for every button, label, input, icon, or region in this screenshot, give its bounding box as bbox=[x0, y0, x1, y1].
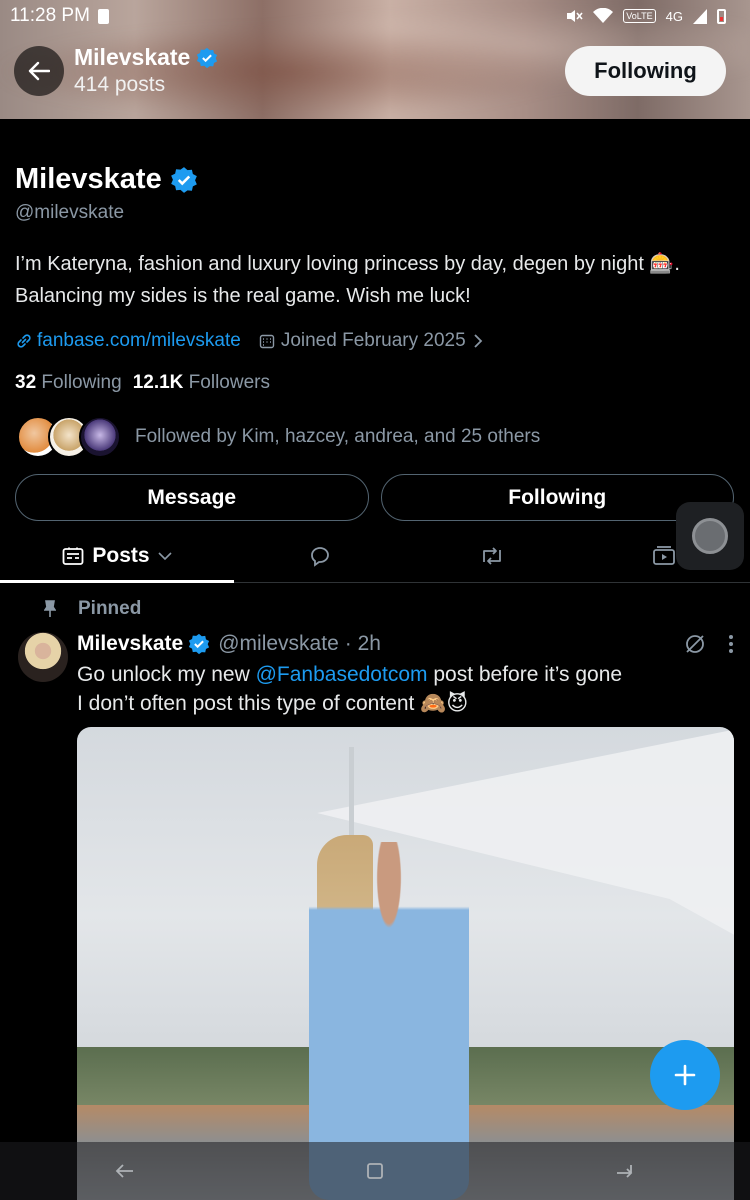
profile-handle: @milevskate bbox=[15, 202, 125, 223]
post-text-end: post before it’s gone bbox=[427, 663, 623, 686]
system-home-icon[interactable] bbox=[366, 1162, 384, 1180]
reply-icon bbox=[311, 547, 329, 567]
follower-avatar bbox=[79, 416, 121, 458]
following-count-link[interactable]: 32 Following bbox=[15, 372, 122, 394]
post-text-start: Go unlock my new bbox=[77, 663, 256, 686]
message-button[interactable]: Message bbox=[15, 474, 369, 521]
profile-info: Milevskate @milevskate I’m Kateryna, fas… bbox=[15, 163, 734, 458]
link-icon bbox=[17, 334, 31, 348]
post-mention-link[interactable]: @Fanbasedotcom bbox=[256, 663, 428, 686]
network-label: 4G bbox=[665, 8, 683, 24]
tab-media[interactable] bbox=[578, 530, 750, 582]
chevron-right-icon bbox=[474, 334, 482, 348]
pinned-label: Pinned bbox=[78, 598, 142, 619]
chevron-down-icon bbox=[158, 552, 172, 561]
tab-posts[interactable]: Posts bbox=[0, 530, 234, 583]
following-count: 32 bbox=[15, 372, 37, 393]
verified-badge-icon bbox=[197, 47, 218, 68]
following-label: Following bbox=[41, 372, 122, 393]
posts-icon bbox=[63, 547, 84, 565]
followers-label: Followers bbox=[188, 372, 270, 393]
post-header: Milevskate @milevskate · 2h bbox=[77, 632, 734, 656]
signal-icon bbox=[693, 8, 707, 24]
repost-icon bbox=[483, 547, 501, 565]
system-navigation-bar bbox=[0, 1142, 750, 1200]
verified-badge-icon bbox=[189, 633, 210, 655]
joined-text: Joined February 2025 bbox=[280, 330, 466, 351]
status-bar: 11:28 PM VoLTE 4G bbox=[0, 0, 750, 32]
post-handle: @milevskate bbox=[218, 632, 339, 655]
profile-link[interactable]: fanbase.com/milevskate bbox=[15, 330, 241, 352]
followers-count-link[interactable]: 12.1K Followers bbox=[133, 372, 270, 394]
tab-reposts[interactable] bbox=[406, 530, 578, 582]
profile-tabs: Posts bbox=[0, 530, 750, 583]
system-back-icon[interactable] bbox=[115, 1163, 135, 1179]
post-time: · 2h bbox=[344, 632, 381, 655]
pin-icon bbox=[44, 600, 56, 617]
header-name: Milevskate bbox=[74, 44, 191, 70]
joined-date[interactable]: Joined February 2025 bbox=[259, 330, 484, 352]
video-icon bbox=[653, 546, 675, 565]
profile-link-text[interactable]: fanbase.com/milevskate bbox=[37, 330, 241, 352]
battery-icon bbox=[717, 8, 726, 24]
more-options-icon[interactable] bbox=[728, 634, 734, 654]
calendar-icon bbox=[259, 334, 275, 349]
followed-by-text: Followed by Kim, hazcey, andrea, and 25 … bbox=[135, 426, 541, 447]
top-nav: Milevskate 414 posts Following bbox=[14, 44, 726, 97]
profile-bio: I’m Kateryna, fashion and luxury loving … bbox=[15, 253, 680, 307]
post-text: Go unlock my new @Fanbasedotcom post bef… bbox=[77, 660, 720, 718]
post-image[interactable] bbox=[77, 727, 734, 1200]
arrow-left-icon bbox=[28, 61, 50, 80]
post-text-line2: I don’t often post this type of content … bbox=[77, 692, 469, 715]
volte-badge: VoLTE bbox=[623, 9, 656, 23]
plus-icon bbox=[674, 1064, 696, 1086]
profile-actions: Message Following bbox=[15, 474, 734, 521]
wifi-icon bbox=[593, 8, 614, 23]
header-following-button[interactable]: Following bbox=[565, 45, 726, 96]
mute-icon bbox=[567, 10, 583, 22]
post-avatar[interactable] bbox=[18, 632, 68, 682]
verified-badge-icon[interactable] bbox=[170, 166, 198, 194]
system-recents-icon[interactable] bbox=[615, 1163, 635, 1179]
display-name: Milevskate bbox=[15, 163, 162, 195]
grok-icon[interactable] bbox=[684, 633, 706, 655]
post-author[interactable]: Milevskate bbox=[77, 632, 183, 656]
pinned-indicator: Pinned bbox=[44, 598, 141, 620]
followers-count: 12.1K bbox=[132, 372, 184, 393]
status-time: 11:28 PM bbox=[10, 5, 90, 26]
tab-replies[interactable] bbox=[234, 530, 406, 582]
followed-by-row[interactable]: Followed by Kim, hazcey, andrea, and 25 … bbox=[15, 416, 734, 458]
tab-posts-label: Posts bbox=[92, 544, 150, 567]
back-button[interactable] bbox=[14, 45, 64, 96]
notification-icon bbox=[97, 8, 109, 24]
compose-button[interactable] bbox=[650, 1040, 720, 1110]
posts-count: 414 posts bbox=[74, 73, 166, 96]
